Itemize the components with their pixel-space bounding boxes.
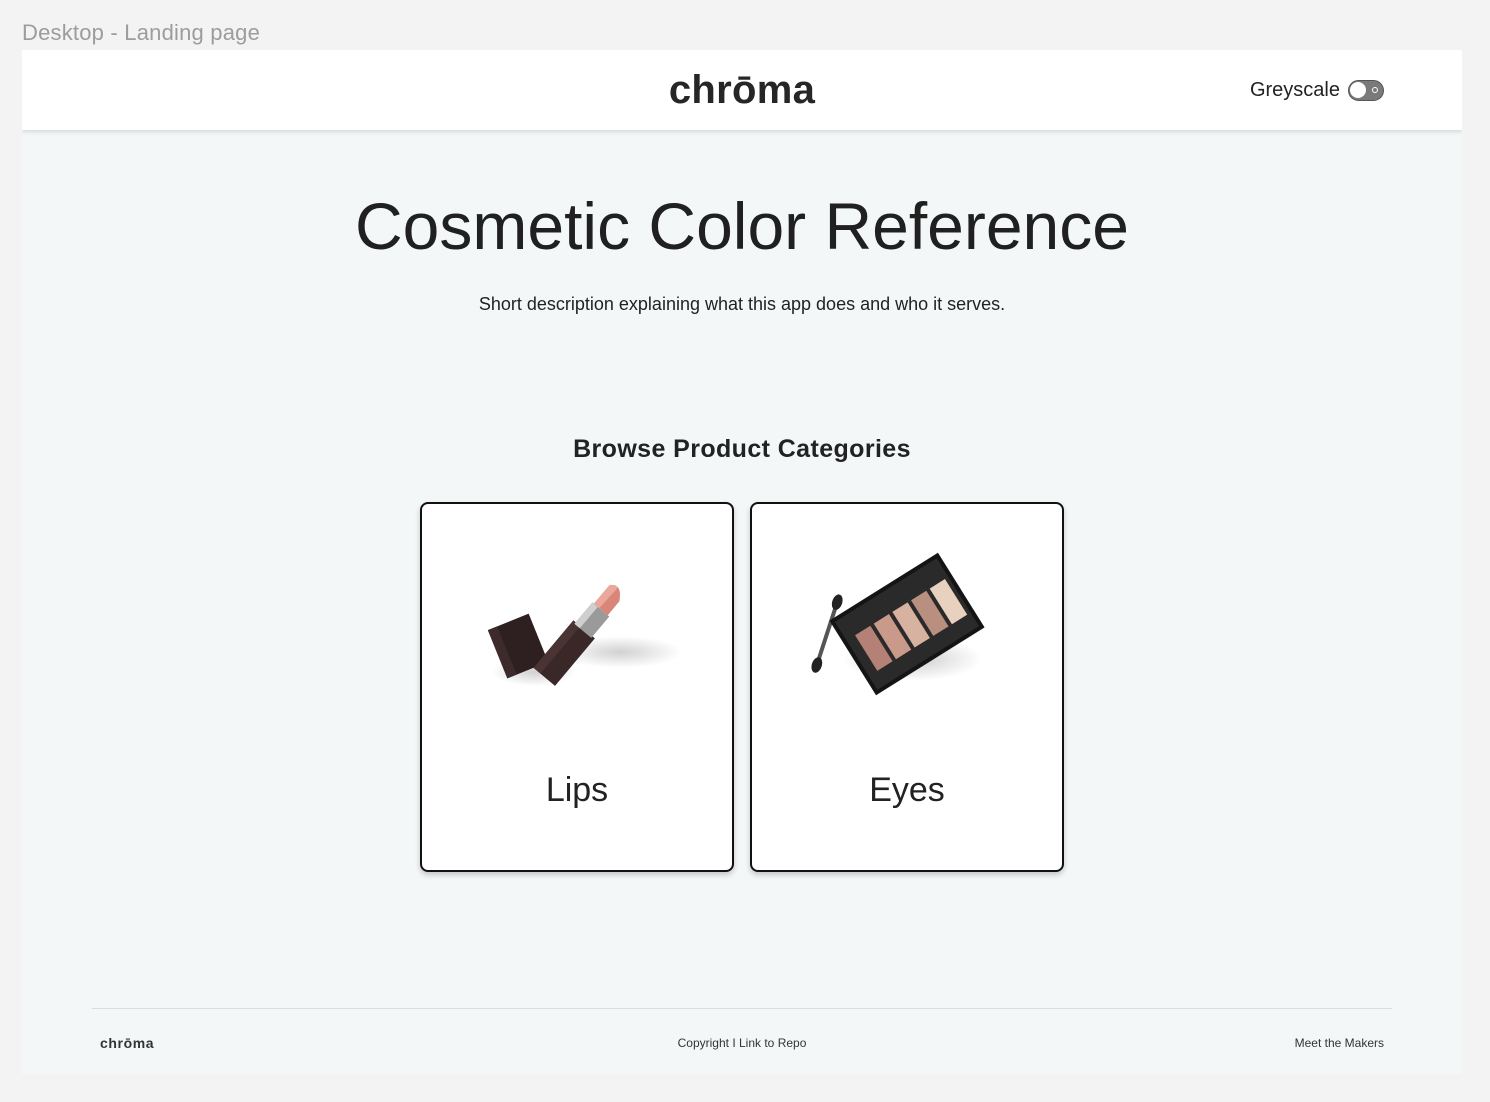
eyeshadow-palette-icon [811, 552, 985, 696]
hero-title: Cosmetic Color Reference [355, 189, 1129, 263]
footer-links: Copyright I Link to Repo [22, 1036, 1462, 1050]
hero-description: Short description explaining what this a… [478, 294, 1006, 314]
toggle-off-indicator [1372, 87, 1378, 93]
greyscale-toggle[interactable] [1348, 80, 1384, 101]
copyright-link[interactable]: Copyright [678, 1036, 729, 1050]
greyscale-toggle-group: Greyscale [1250, 79, 1384, 102]
landing-page: chrōma Greyscale Cosmetic Color Referenc… [22, 50, 1462, 1074]
footer-divider [92, 1008, 1392, 1009]
category-label-eyes: Eyes [869, 771, 945, 809]
toggle-knob [1350, 82, 1366, 98]
top-nav: chrōma Greyscale [22, 50, 1462, 130]
canvas-frame-label: Desktop - Landing page [22, 20, 261, 45]
repo-link[interactable]: Link to Repo [739, 1036, 806, 1050]
categories-heading: Browse Product Categories [573, 435, 911, 463]
category-card-eyes[interactable]: Eyes [750, 502, 1064, 872]
meet-the-makers-link[interactable]: Meet the Makers [1295, 1036, 1384, 1050]
brand-logo[interactable]: chrōma [22, 68, 1462, 113]
category-card-lips[interactable]: Lips [420, 502, 734, 872]
greyscale-label: Greyscale [1249, 79, 1340, 101]
category-label-lips: Lips [545, 771, 609, 809]
footer-separator: I [732, 1036, 736, 1050]
lipstick-icon [487, 584, 682, 686]
